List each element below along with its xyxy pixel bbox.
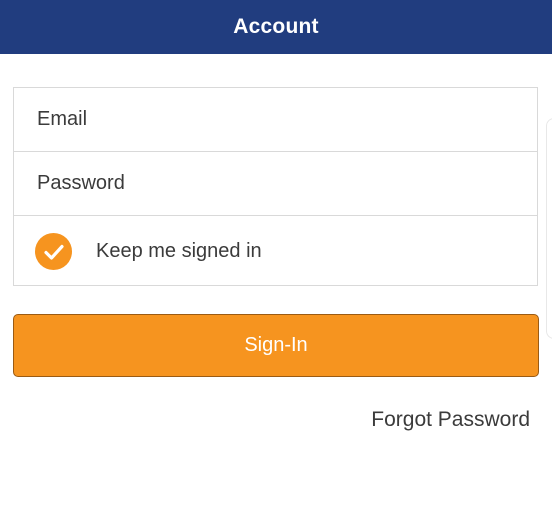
email-field[interactable] <box>14 88 537 151</box>
login-form: Keep me signed in <box>13 87 538 286</box>
check-icon <box>43 244 64 260</box>
account-screen: Account Keep me signed in Sign-In Forgot… <box>0 0 552 518</box>
page-title: Account <box>233 15 319 38</box>
password-field[interactable] <box>14 152 537 215</box>
email-field-container <box>14 88 537 152</box>
edge-scroll-indicator <box>546 118 552 339</box>
keep-signed-in-checkbox[interactable] <box>35 233 72 270</box>
forgot-password-link[interactable]: Forgot Password <box>371 408 530 432</box>
sign-in-button[interactable]: Sign-In <box>13 314 539 377</box>
keep-signed-in-label: Keep me signed in <box>96 240 262 262</box>
remember-me-row[interactable]: Keep me signed in <box>14 216 537 287</box>
password-field-container <box>14 152 537 216</box>
app-header: Account <box>0 0 552 54</box>
